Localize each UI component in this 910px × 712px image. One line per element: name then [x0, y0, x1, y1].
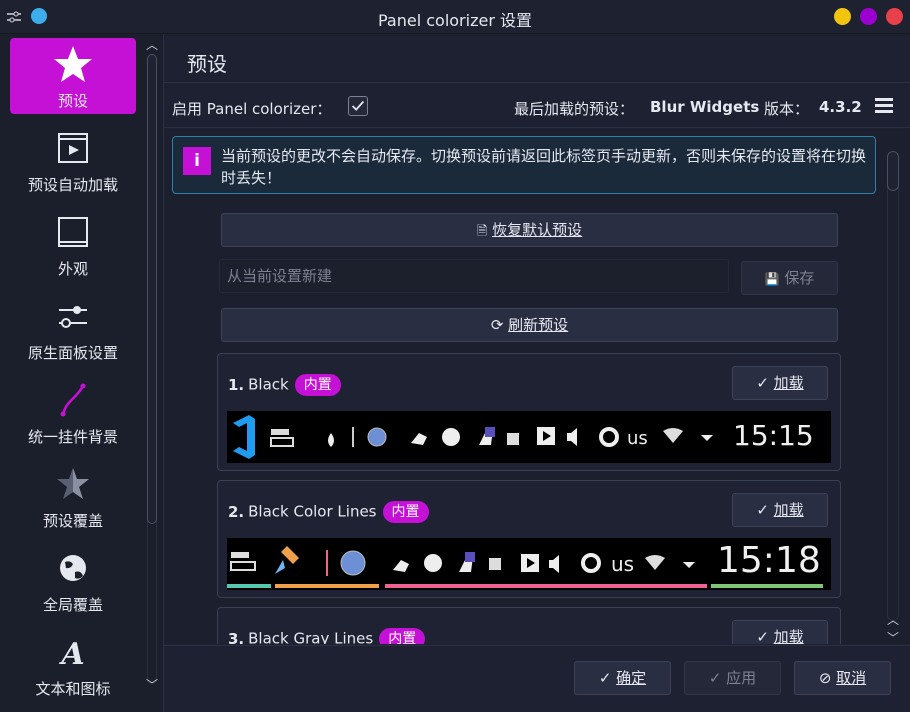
page-title: 预设 [187, 52, 227, 76]
sidebar-item-label: 全局覆盖 [42, 596, 103, 614]
refresh-presets-button[interactable]: ⟳ 刷新预设 [221, 308, 838, 342]
check-icon [351, 100, 365, 111]
hamburger-menu-icon[interactable] [875, 98, 893, 114]
last-loaded-label: 最后加载的预设： [514, 100, 635, 118]
scrollbar-thumb[interactable] [147, 54, 157, 524]
panel-preview: us 15:15 [227, 411, 831, 463]
sidebar-item-label: 预设自动加载 [27, 176, 118, 194]
sidebar-item-label: 原生面板设置 [27, 344, 118, 362]
star-outline-icon [57, 468, 89, 499]
globe-icon [60, 555, 86, 581]
load-button[interactable]: ✓ 加载 [732, 366, 828, 400]
clock-text: 15:15 [733, 419, 814, 452]
load-button[interactable]: ✓ 加载 [732, 620, 828, 644]
sidebar: 预设 预设自动加载 外观 原生面板设置 统一挂件背景 预设覆盖 全局覆盖 A 文… [0, 34, 142, 712]
preset-title: 2. Black Color Lines 内置 [228, 501, 429, 523]
maximize-button[interactable] [860, 8, 877, 25]
star-icon [54, 46, 92, 82]
play-window-icon [58, 133, 88, 163]
version-label: 版本： [764, 100, 810, 118]
svg-text:us: us [627, 428, 648, 449]
preset-title: 1. Black 内置 [228, 374, 341, 396]
builtin-badge: 内置 [382, 501, 429, 523]
new-preset-input[interactable]: 从当前设置新建 [219, 259, 729, 293]
main-panel: 预设 启用 Panel colorizer： 最后加载的预设： Blur Wid… [163, 34, 910, 712]
divider [164, 82, 910, 83]
close-button[interactable] [886, 8, 903, 25]
divider [164, 127, 910, 128]
title-bar: Panel colorizer 设置 [0, 0, 910, 34]
floppy-icon: 💾 [764, 272, 780, 286]
color-line [227, 584, 271, 588]
ok-button[interactable]: ✓ 确定 [574, 661, 671, 695]
curve-icon [60, 383, 86, 417]
sidebar-item-label: 文本和图标 [35, 680, 111, 698]
builtin-badge: 内置 [294, 374, 341, 396]
load-button[interactable]: ✓ 加载 [732, 493, 828, 527]
sidebar-scrollbar[interactable]: ︿ ﹀ [142, 34, 162, 712]
sidebar-item-label: 统一挂件背景 [27, 428, 118, 446]
sidebar-item-presets[interactable]: 预设 [10, 38, 136, 114]
svg-text:us: us [611, 552, 634, 576]
preset-card: 3. Black Gray Lines 内置 ✓ 加载 [217, 607, 841, 644]
scroll-up-arrow[interactable]: ︿ [887, 611, 899, 628]
preset-card: 1. Black 内置 ✓ 加载 us 15:15 [217, 353, 841, 471]
builtin-badge: 内置 [379, 628, 426, 644]
cancel-button[interactable]: ⊘ 取消 [794, 661, 891, 695]
document-icon: 🗎 [476, 224, 488, 239]
preset-card: 2. Black Color Lines 内置 ✓ 加载 us 15:18 [217, 480, 841, 598]
content-scrollbar[interactable]: ︿ ﹀ [883, 139, 903, 659]
save-button[interactable]: 💾 保存 [741, 261, 838, 295]
version-value: 4.3.2 [819, 98, 862, 116]
scrollbar-thumb[interactable] [887, 151, 899, 191]
sidebar-item-global-override[interactable]: 全局覆盖 [10, 542, 136, 618]
dialog-button-bar: ✓ 确定 ✓ 应用 ⊘ 取消 [164, 645, 910, 712]
sliders-icon [59, 306, 87, 328]
color-line [385, 584, 707, 588]
window-title: Panel colorizer 设置 [377, 11, 532, 30]
color-line [711, 584, 823, 588]
sidebar-item-autoload[interactable]: 预设自动加载 [10, 122, 136, 198]
presets-scroll-area: i 当前预设的更改不会自动保存。切换预设前请返回此标签页手动更新，否则未保存的设… [164, 129, 910, 644]
scroll-up-arrow[interactable]: ︿ [146, 36, 158, 53]
notice-text: 当前预设的更改不会自动保存。切换预设前请返回此标签页手动更新，否则未保存的设置将… [221, 147, 867, 187]
color-line [275, 584, 379, 588]
panel-preview: us 15:18 [227, 538, 831, 590]
last-loaded-value: Blur Widgets [650, 98, 760, 116]
sidebar-item-native-panel[interactable]: 原生面板设置 [10, 290, 136, 366]
clock-text: 15:18 [717, 540, 821, 581]
info-icon: i [183, 147, 211, 175]
sidebar-item-label: 预设 [57, 92, 88, 110]
refresh-icon: ⟳ [490, 316, 504, 334]
sidebar-item-preset-override[interactable]: 预设覆盖 [10, 458, 136, 534]
sidebar-item-label: 预设覆盖 [42, 512, 103, 530]
svg-text:A: A [58, 637, 84, 672]
scrollbar-trough [887, 151, 899, 621]
scroll-down-arrow[interactable]: ﹀ [146, 676, 158, 693]
notice-box: i 当前预设的更改不会自动保存。切换预设前请返回此标签页手动更新，否则未保存的设… [172, 136, 876, 194]
sidebar-item-appearance[interactable]: 外观 [10, 206, 136, 282]
font-icon: A [58, 637, 84, 672]
apply-button[interactable]: ✓ 应用 [684, 661, 781, 695]
scroll-down-arrow[interactable]: ﹀ [887, 629, 899, 646]
enable-label: 启用 Panel colorizer： [172, 100, 332, 118]
sidebar-item-text-icons[interactable]: A 文本和图标 [10, 626, 136, 702]
window-frame-icon [58, 217, 88, 247]
enable-checkbox[interactable] [348, 96, 368, 116]
minimize-button[interactable] [834, 8, 851, 25]
restore-defaults-button[interactable]: 🗎 恢复默认预设 [221, 213, 838, 247]
sidebar-item-widget-background[interactable]: 统一挂件背景 [10, 374, 136, 450]
preset-title: 3. Black Gray Lines 内置 [228, 628, 426, 644]
sidebar-item-label: 外观 [57, 260, 88, 278]
